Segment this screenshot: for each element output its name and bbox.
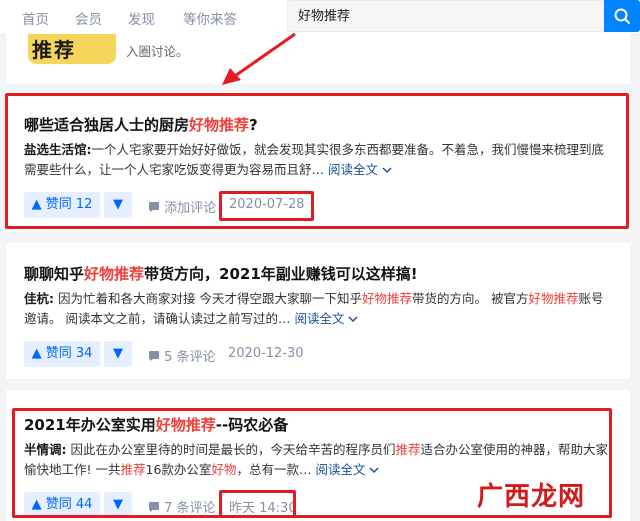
read-more-link[interactable]: 阅读全文 bbox=[294, 311, 358, 326]
author-name[interactable]: 佳杭: bbox=[24, 291, 54, 306]
result-card-partial: 推荐 入圈讨论。 bbox=[6, 34, 630, 84]
post-date: 2020-12-30 bbox=[228, 346, 304, 361]
upvote-button[interactable]: ▲ 赞同 34 bbox=[24, 341, 100, 367]
thumbnail-image: 推荐 bbox=[28, 34, 116, 64]
snippet-text: 入圈讨论。 bbox=[126, 44, 189, 59]
title-text-end: 带货方向，2021年副业赚钱可以这样搞! bbox=[144, 265, 418, 283]
comment-button[interactable]: 5 条评论 bbox=[148, 346, 216, 365]
watermark-logo: 广西龙网 bbox=[477, 482, 586, 512]
search-box bbox=[287, 0, 605, 32]
annotation-box-card-1 bbox=[5, 93, 629, 229]
search-input[interactable] bbox=[298, 7, 588, 22]
nav-vip[interactable]: 会员 bbox=[75, 8, 102, 28]
comment-icon bbox=[149, 351, 159, 361]
title-highlight: 好物推荐 bbox=[84, 265, 145, 283]
annotation-arrow bbox=[222, 32, 296, 85]
nav-home[interactable]: 首页 bbox=[22, 8, 49, 28]
annotation-box-date-3 bbox=[219, 490, 296, 518]
card-excerpt[interactable]: 佳杭: 因为忙着和各大商家对接 今天才得空跟大家聊一下知乎好物推荐带货的方向。 … bbox=[24, 289, 614, 329]
comment-label: 5 条评论 bbox=[164, 350, 216, 365]
nav-waiting-answers[interactable]: 等你来答 bbox=[183, 8, 237, 28]
result-card-2[interactable]: 聊聊知乎好物推荐带货方向，2021年副业赚钱可以这样搞! 佳杭: 因为忙着和各大… bbox=[6, 243, 630, 379]
annotation-box-date-1 bbox=[219, 191, 314, 221]
nav-discover[interactable]: 发现 bbox=[128, 8, 155, 28]
thumbnail-text: 推荐 bbox=[32, 38, 76, 62]
chevron-down-icon bbox=[348, 316, 358, 323]
search-icon bbox=[614, 8, 630, 24]
title-text: 聊聊知乎 bbox=[24, 265, 85, 283]
card-title[interactable]: 聊聊知乎好物推荐带货方向，2021年副业赚钱可以这样搞! bbox=[24, 263, 418, 284]
downvote-button[interactable]: ▼ bbox=[104, 341, 132, 367]
top-nav: 首页 会员 发现 等你来答 bbox=[0, 0, 640, 35]
search-button[interactable] bbox=[604, 0, 640, 32]
